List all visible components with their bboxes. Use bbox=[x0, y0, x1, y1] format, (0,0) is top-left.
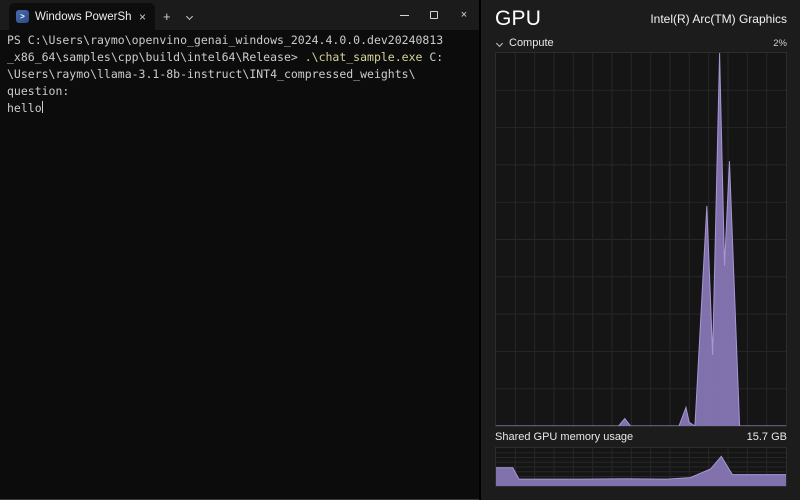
terminal-window: > Windows PowerShell × + × PS C:\Users\r… bbox=[0, 0, 479, 500]
gpu-device-name: Intel(R) Arc(TM) Graphics bbox=[650, 12, 787, 26]
memory-total-value: 15.7 GB bbox=[747, 431, 787, 443]
terminal-line: _x86_64\samples\cpp\build\intel64\Releas… bbox=[7, 49, 479, 66]
minimize-icon bbox=[400, 15, 409, 16]
powershell-icon: > bbox=[16, 10, 29, 23]
compute-section-header[interactable]: Compute 2% bbox=[495, 36, 787, 50]
section-label: Compute bbox=[509, 37, 554, 49]
chevron-down-icon bbox=[496, 39, 503, 46]
maximize-icon bbox=[430, 11, 438, 19]
chevron-down-icon bbox=[186, 13, 193, 20]
memory-chart bbox=[495, 447, 787, 487]
tab-dropdown-button[interactable] bbox=[179, 3, 200, 30]
terminal-line: hello bbox=[7, 100, 479, 117]
tab-windows-powershell[interactable]: > Windows PowerShell × bbox=[9, 3, 155, 30]
memory-row: Shared GPU memory usage 15.7 GB bbox=[495, 427, 787, 447]
terminal-line: \Users\raymo\llama-3.1-8b-instruct\INT4_… bbox=[7, 66, 479, 83]
terminal-line: question: bbox=[7, 83, 479, 100]
utilization-value: 2% bbox=[773, 38, 787, 49]
gpu-panel: GPU Intel(R) Arc(TM) Graphics Compute 2%… bbox=[481, 0, 800, 500]
terminal-line: PS C:\Users\raymo\openvino_genai_windows… bbox=[7, 32, 479, 49]
terminal-output[interactable]: PS C:\Users\raymo\openvino_genai_windows… bbox=[0, 30, 479, 499]
minimize-button[interactable] bbox=[389, 0, 419, 30]
page-title: GPU bbox=[495, 7, 541, 31]
window-controls: × bbox=[389, 0, 479, 30]
tab-close-icon[interactable]: × bbox=[137, 11, 148, 23]
compute-chart bbox=[495, 52, 787, 427]
new-tab-button[interactable]: + bbox=[155, 3, 179, 30]
memory-label: Shared GPU memory usage bbox=[495, 431, 633, 443]
text-cursor bbox=[42, 101, 44, 113]
screen: > Windows PowerShell × + × PS C:\Users\r… bbox=[0, 0, 800, 500]
maximize-button[interactable] bbox=[419, 0, 449, 30]
close-button[interactable]: × bbox=[449, 0, 479, 30]
gpu-header: GPU Intel(R) Arc(TM) Graphics bbox=[495, 4, 787, 34]
terminal-titlebar: > Windows PowerShell × + × bbox=[0, 0, 479, 30]
tab-title: Windows PowerShell bbox=[35, 11, 131, 23]
